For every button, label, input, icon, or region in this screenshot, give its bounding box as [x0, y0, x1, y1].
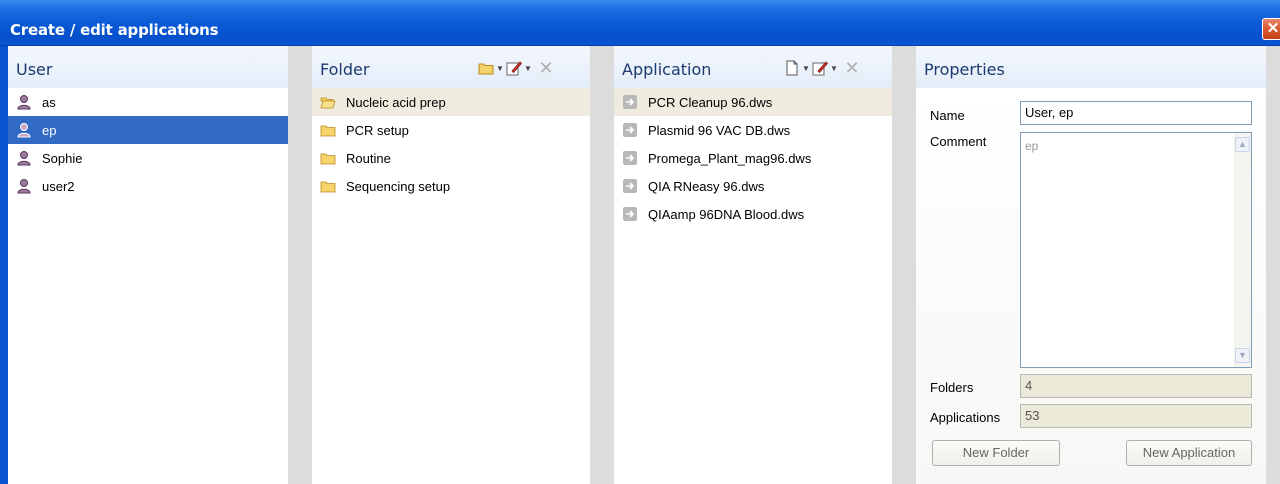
window-title: Create / edit applications — [10, 21, 219, 39]
folder-panel: Folder ▼ ▼ ✕ Nucleic acid prep PCR setup… — [312, 46, 590, 484]
user-icon — [17, 123, 31, 138]
folder-icon — [320, 153, 336, 165]
folders-count-field: 4 — [1020, 374, 1252, 398]
name-field[interactable]: User, ep — [1020, 101, 1252, 125]
application-list[interactable]: PCR Cleanup 96.dws Plasmid 96 VAC DB.dws… — [614, 88, 892, 484]
user-label: as — [42, 94, 56, 110]
chevron-down-icon[interactable]: ▼ — [830, 64, 838, 73]
properties-panel: Properties Name User, ep Comment ep ▲ ▼ … — [916, 46, 1266, 484]
comment-text: ep — [1025, 139, 1039, 153]
splitter[interactable] — [892, 46, 916, 484]
folder-label: Nucleic acid prep — [346, 94, 446, 110]
splitter[interactable] — [288, 46, 312, 484]
application-label: PCR Cleanup 96.dws — [648, 94, 773, 110]
new-folder-button[interactable]: New Folder — [932, 440, 1060, 466]
application-file-icon — [623, 151, 637, 165]
application-label: Plasmid 96 VAC DB.dws — [648, 122, 791, 138]
application-label: QIAamp 96DNA Blood.dws — [648, 206, 805, 222]
user-panel-title: User — [16, 60, 53, 79]
application-file-icon — [623, 123, 637, 137]
new-folder-icon[interactable] — [478, 60, 494, 76]
list-item-application[interactable]: QIA RNeasy 96.dws — [614, 172, 892, 200]
user-icon — [17, 179, 31, 194]
chevron-down-icon[interactable]: ▼ — [524, 64, 532, 73]
user-label: user2 — [42, 178, 75, 194]
folder-toolbar: ▼ ▼ ✕ — [478, 59, 554, 77]
folder-label: PCR setup — [346, 122, 409, 138]
list-item-user-selected[interactable]: ep — [8, 116, 288, 144]
list-item-user[interactable]: Sophie — [8, 144, 288, 172]
list-item-application[interactable]: Plasmid 96 VAC DB.dws — [614, 116, 892, 144]
splitter[interactable] — [590, 46, 614, 484]
open-folder-icon — [320, 97, 336, 109]
user-label: ep — [42, 122, 57, 138]
list-item-folder[interactable]: PCR setup — [312, 116, 590, 144]
list-item-folder[interactable]: Sequencing setup — [312, 172, 590, 200]
applications-count-field: 53 — [1020, 404, 1252, 428]
application-file-icon — [623, 95, 637, 109]
application-toolbar: ▼ ▼ ✕ — [784, 59, 860, 77]
list-item-user[interactable]: as — [8, 88, 288, 116]
application-label: Promega_Plant_mag96.dws — [648, 150, 812, 166]
applications-label: Applications — [930, 410, 1001, 425]
list-item-folder-selected[interactable]: Nucleic acid prep — [312, 88, 590, 116]
properties-body: Name User, ep Comment ep ▲ ▼ Folders 4 A… — [916, 88, 1266, 484]
scroll-down-icon[interactable]: ▼ — [1235, 348, 1250, 363]
scroll-up-icon[interactable]: ▲ — [1235, 137, 1250, 152]
user-icon — [17, 151, 31, 166]
list-item-application-selected[interactable]: PCR Cleanup 96.dws — [614, 88, 892, 116]
list-item-application[interactable]: QIAamp 96DNA Blood.dws — [614, 200, 892, 228]
comment-textarea[interactable]: ep ▲ ▼ — [1020, 132, 1252, 368]
application-label: QIA RNeasy 96.dws — [648, 178, 765, 194]
edit-icon[interactable] — [812, 60, 828, 76]
user-icon — [17, 95, 31, 110]
user-label: Sophie — [42, 150, 83, 166]
folders-label: Folders — [930, 380, 974, 395]
folder-panel-header: Folder ▼ ▼ ✕ — [312, 46, 590, 88]
list-item-user[interactable]: user2 — [8, 172, 288, 200]
properties-panel-title: Properties — [924, 60, 1005, 79]
chevron-down-icon[interactable]: ▼ — [496, 64, 504, 73]
folder-panel-title: Folder — [320, 60, 370, 79]
list-item-application[interactable]: Promega_Plant_mag96.dws — [614, 144, 892, 172]
properties-panel-header: Properties — [916, 46, 1266, 88]
comment-scrollbar[interactable]: ▲ ▼ — [1234, 133, 1251, 367]
application-panel-title: Application — [622, 60, 712, 79]
user-panel-header: User — [8, 46, 288, 88]
name-label: Name — [930, 108, 965, 123]
application-file-icon — [623, 207, 637, 221]
delete-icon[interactable]: ✕ — [538, 59, 554, 77]
folder-icon — [320, 125, 336, 137]
folder-icon — [320, 181, 336, 193]
user-list[interactable]: as ep Sophie user2 — [8, 88, 288, 484]
application-panel-header: Application ▼ ▼ ✕ — [614, 46, 892, 88]
window-left-border — [0, 46, 8, 484]
edit-icon[interactable] — [506, 60, 522, 76]
folder-label: Routine — [346, 150, 391, 166]
title-bar: Create / edit applications ✕ — [0, 0, 1280, 46]
comment-label: Comment — [930, 134, 987, 149]
delete-icon[interactable]: ✕ — [844, 59, 860, 77]
user-panel: User as ep Sophie user2 — [8, 46, 288, 484]
chevron-down-icon[interactable]: ▼ — [802, 64, 810, 73]
close-icon: ✕ — [1266, 20, 1280, 37]
list-item-folder[interactable]: Routine — [312, 144, 590, 172]
new-application-button[interactable]: New Application — [1126, 440, 1252, 466]
close-button[interactable]: ✕ — [1262, 18, 1280, 40]
folder-label: Sequencing setup — [346, 178, 451, 194]
new-document-icon[interactable] — [784, 60, 800, 76]
application-file-icon — [623, 179, 637, 193]
application-panel: Application ▼ ▼ ✕ PCR Cleanup 96.dws Pla… — [614, 46, 892, 484]
window-right-edge — [1266, 46, 1280, 484]
folder-list[interactable]: Nucleic acid prep PCR setup Routine Sequ… — [312, 88, 590, 484]
